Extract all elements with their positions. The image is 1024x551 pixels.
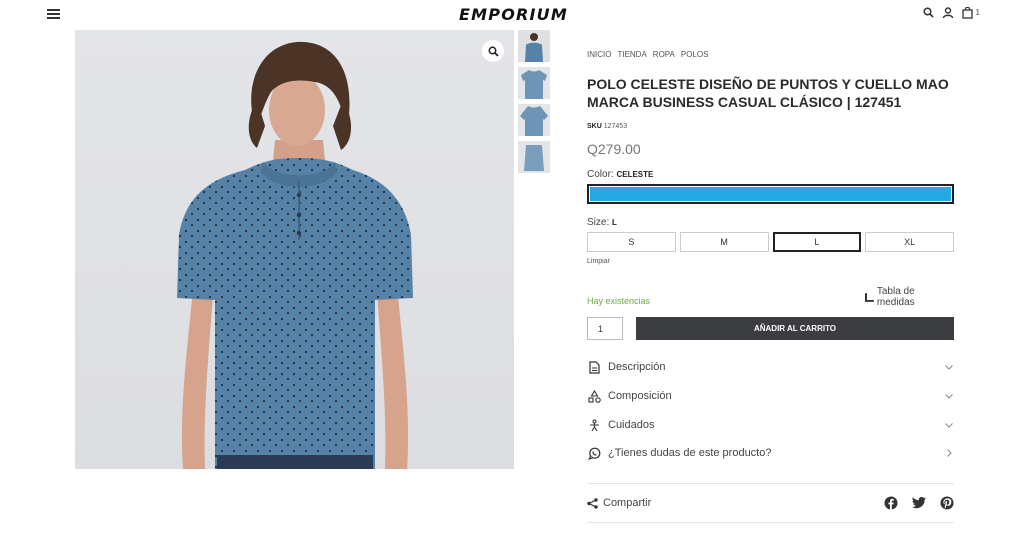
color-swatch-celeste[interactable] xyxy=(587,184,954,204)
thumbnail-1[interactable] xyxy=(518,30,550,62)
share-bar: Compartir xyxy=(587,483,954,523)
chevron-right-icon xyxy=(944,449,954,457)
zoom-icon xyxy=(488,46,499,57)
size-option-xl[interactable]: XL xyxy=(865,232,954,252)
accordion-label: Descripción xyxy=(608,361,666,373)
sku: SKU 127453 xyxy=(587,123,954,130)
zoom-button[interactable] xyxy=(482,40,504,62)
thumbnail-2[interactable] xyxy=(518,67,550,99)
sku-value: 127453 xyxy=(603,123,628,130)
size-value: L xyxy=(612,218,617,227)
accordion-dudas[interactable]: ¿Tienes dudas de este producto? xyxy=(587,443,954,463)
size-chart-label: Tabla de medidas xyxy=(876,286,915,308)
size-label-row: Size: L xyxy=(587,217,954,228)
accordion-descripcion[interactable]: Descripción xyxy=(587,357,954,377)
site-logo[interactable]: EMPORIUM xyxy=(446,5,581,24)
share-icon xyxy=(587,497,598,509)
product-price: Q279.00 xyxy=(587,141,641,157)
chevron-down-icon xyxy=(944,393,954,399)
site-header: EMPORIUM 1 xyxy=(0,0,1024,30)
facebook-icon[interactable] xyxy=(884,496,898,510)
size-option-s[interactable]: S xyxy=(587,232,676,252)
pinterest-icon[interactable] xyxy=(940,496,954,510)
stock-status: Hay existencias xyxy=(587,296,651,306)
breadcrumb-tienda[interactable]: TIENDA xyxy=(617,50,646,59)
accordion-label: Cuidados xyxy=(608,419,655,431)
breadcrumb: INICIO TIENDA ROPA POLOS xyxy=(587,50,954,59)
search-icon[interactable] xyxy=(922,7,934,18)
color-label: Color: xyxy=(587,169,614,180)
share-label: Compartir xyxy=(603,497,652,509)
breadcrumb-inicio[interactable]: INICIO xyxy=(587,50,611,59)
breadcrumb-polos[interactable]: POLOS xyxy=(681,50,709,59)
color-value: CELESTE xyxy=(616,170,654,179)
cart-icon[interactable]: 1 xyxy=(961,6,980,19)
size-chart-link[interactable]: Tabla de medidas xyxy=(865,286,954,308)
whatsapp-icon xyxy=(587,447,601,460)
clear-selection-link[interactable]: Limpiar xyxy=(587,258,954,265)
share-button[interactable]: Compartir xyxy=(587,497,884,509)
size-option-m[interactable]: M xyxy=(679,232,769,252)
cart-count: 1 xyxy=(975,8,980,17)
care-icon xyxy=(587,419,601,432)
shapes-icon xyxy=(587,389,601,403)
breadcrumb-ropa[interactable]: ROPA xyxy=(653,50,675,59)
header-actions: 1 xyxy=(922,6,980,19)
size-option-l[interactable]: L xyxy=(772,232,862,252)
twitter-icon[interactable] xyxy=(912,497,926,509)
accordion-label: ¿Tienes dudas de este producto? xyxy=(608,447,772,459)
sku-label: SKU xyxy=(587,123,602,130)
color-label-row: Color: CELESTE xyxy=(587,169,954,180)
add-to-cart-button[interactable]: AÑADIR AL CARRITO xyxy=(636,317,954,340)
product-image[interactable] xyxy=(75,30,514,469)
social-links xyxy=(884,496,954,510)
document-icon xyxy=(587,360,601,374)
menu-icon[interactable] xyxy=(47,9,60,19)
product-info: INICIO TIENDA ROPA POLOS POLO CELESTE DI… xyxy=(587,50,954,523)
thumbnail-3[interactable] xyxy=(518,104,550,136)
accordion-label: Composición xyxy=(608,390,672,402)
chevron-down-icon xyxy=(944,422,954,428)
size-options: S M L XL xyxy=(587,232,954,252)
thumbnail-4[interactable] xyxy=(518,141,550,173)
user-icon[interactable] xyxy=(942,6,954,19)
accordion-composicion[interactable]: Composición xyxy=(587,386,954,406)
thumbnail-strip xyxy=(518,30,550,178)
product-title: POLO CELESTE DISEÑO DE PUNTOS Y CUELLO M… xyxy=(587,76,949,110)
accordion-cuidados[interactable]: Cuidados xyxy=(587,415,954,435)
ruler-icon xyxy=(865,292,874,302)
size-label: Size: xyxy=(587,217,610,228)
chevron-down-icon xyxy=(944,364,954,370)
quantity-input[interactable] xyxy=(587,317,623,340)
